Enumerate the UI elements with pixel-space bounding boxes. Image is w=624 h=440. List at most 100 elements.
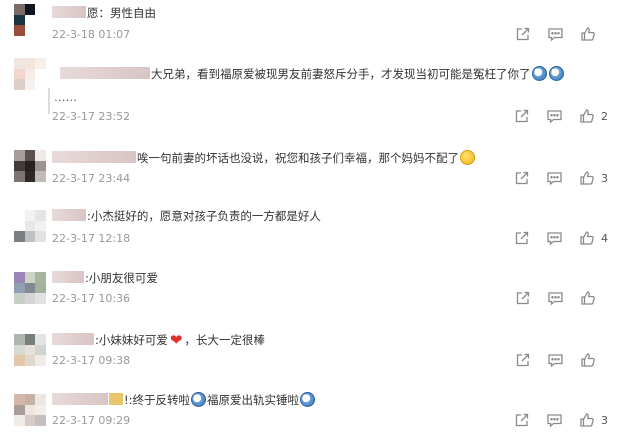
avatar[interactable] [14, 210, 46, 242]
comment-line: :小妹妹好可爱 ❤ ，长大一定很棒 [52, 332, 265, 348]
share-button[interactable] [515, 26, 531, 42]
avatar-pixel [35, 25, 46, 36]
avatar-pixel [35, 293, 46, 304]
share-icon [514, 108, 530, 124]
avatar-pixel [24, 404, 36, 416]
comment-time: 22-3-18 01:07 [52, 28, 131, 41]
avatar-pixel [35, 394, 46, 405]
like-button[interactable]: 3 [579, 170, 608, 186]
emoji-icon [460, 150, 475, 165]
avatar-pixel [14, 394, 25, 405]
avatar-pixel [14, 58, 25, 69]
comment-icon [547, 290, 564, 306]
comment-text: ，看到福原爱被现男友前妻怒斥分手，才发现当初可能是冤枉了你了 [185, 67, 531, 81]
reply-button[interactable] [547, 290, 564, 306]
comment-icon [546, 170, 563, 186]
avatar-pixel [24, 160, 36, 172]
reply-button[interactable] [546, 412, 563, 428]
reply-button[interactable] [547, 352, 564, 368]
avatar-pixel [24, 4, 36, 15]
emoji-icon [548, 66, 564, 81]
reply-button[interactable] [546, 230, 563, 246]
avatar-pixel [24, 355, 36, 366]
avatar-pixel [24, 210, 36, 221]
avatar-pixel [35, 334, 46, 345]
like-icon [579, 170, 595, 186]
share-button[interactable] [514, 108, 530, 124]
comment-actions [515, 26, 608, 42]
like-button[interactable] [580, 290, 608, 306]
avatar-pixel [14, 404, 25, 416]
reply-button[interactable] [547, 26, 564, 42]
avatar-pixel [24, 394, 36, 405]
avatar[interactable] [14, 394, 46, 426]
avatar-pixel [35, 150, 46, 161]
username[interactable] [52, 6, 86, 18]
avatar-pixel [35, 231, 46, 242]
comment-text: :小朋友很可爱 [85, 271, 158, 285]
like-button[interactable] [580, 352, 608, 368]
like-count: 4 [601, 231, 608, 245]
comment-line: :小朋友很可爱 [52, 270, 158, 286]
avatar-pixel [35, 344, 46, 356]
avatar-pixel [24, 58, 36, 69]
avatar[interactable] [14, 4, 46, 36]
comment-line: !:终于反转啦 福原爱出轨实锤啦 [52, 392, 316, 408]
share-button[interactable] [515, 290, 531, 306]
comment-line: 大兄弟，看到福原爱被现男友前妻怒斥分手，才发现当初可能是冤枉了你了 [60, 66, 565, 82]
like-button[interactable]: 2 [579, 108, 608, 124]
avatar-pixel [35, 220, 46, 232]
share-button[interactable] [514, 170, 530, 186]
comment-time: 22-3-17 09:38 [52, 354, 131, 367]
share-button[interactable] [514, 230, 530, 246]
like-count: 3 [601, 171, 608, 185]
username[interactable] [52, 209, 86, 221]
avatar[interactable] [14, 272, 46, 304]
avatar-pixel [14, 160, 25, 172]
avatar-pixel [14, 231, 25, 242]
username[interactable] [60, 67, 150, 79]
avatar[interactable] [14, 334, 46, 366]
username[interactable] [52, 151, 136, 163]
reply-button[interactable] [546, 108, 563, 124]
avatar-pixel [14, 293, 25, 304]
avatar-pixel [35, 58, 46, 69]
avatar-pixel [24, 282, 36, 294]
comment-prefix: 大兄弟 [151, 67, 186, 81]
avatar-pixel [14, 150, 25, 161]
comment-line: :小杰挺好的，愿意对孩子负责的一方都是好人 [52, 208, 321, 224]
like-button[interactable]: 4 [579, 230, 608, 246]
reply-button[interactable] [546, 170, 563, 186]
share-button[interactable] [514, 412, 530, 428]
comment-icon [547, 26, 564, 42]
avatar-pixel [24, 79, 36, 90]
comment-actions: 2 [514, 108, 608, 124]
avatar-pixel [14, 282, 25, 294]
share-icon [515, 352, 531, 368]
username[interactable] [52, 333, 94, 345]
comment-text: :小妹妹好可爱 [95, 333, 168, 347]
comment-line: 愿：男性自由 [52, 5, 156, 21]
avatar-pixel [35, 415, 46, 426]
comment-feed: 愿：男性自由 22-3-18 01:07 大兄弟，看到福原爱被现男友前妻怒斥分手… [0, 0, 624, 440]
username[interactable] [52, 271, 84, 283]
like-count: 3 [601, 413, 608, 427]
share-button[interactable] [515, 352, 531, 368]
like-button[interactable]: 3 [579, 412, 608, 428]
share-icon [514, 412, 530, 428]
avatar-pixel [24, 171, 36, 182]
comment-icon [546, 108, 563, 124]
emoji-icon [299, 392, 315, 407]
avatar-pixel [35, 14, 46, 26]
like-button[interactable] [580, 26, 608, 42]
avatar-pixel [14, 171, 25, 182]
comment-actions: 4 [514, 230, 608, 246]
avatar-pixel [14, 334, 25, 345]
username[interactable] [52, 393, 108, 405]
avatar[interactable] [14, 58, 46, 90]
comment-text: !:终于反转啦 [124, 393, 190, 407]
avatar[interactable] [14, 150, 46, 182]
comment-actions: 3 [514, 412, 608, 428]
avatar-pixel [24, 150, 36, 161]
comment-time: 22-3-17 23:52 [52, 110, 131, 123]
